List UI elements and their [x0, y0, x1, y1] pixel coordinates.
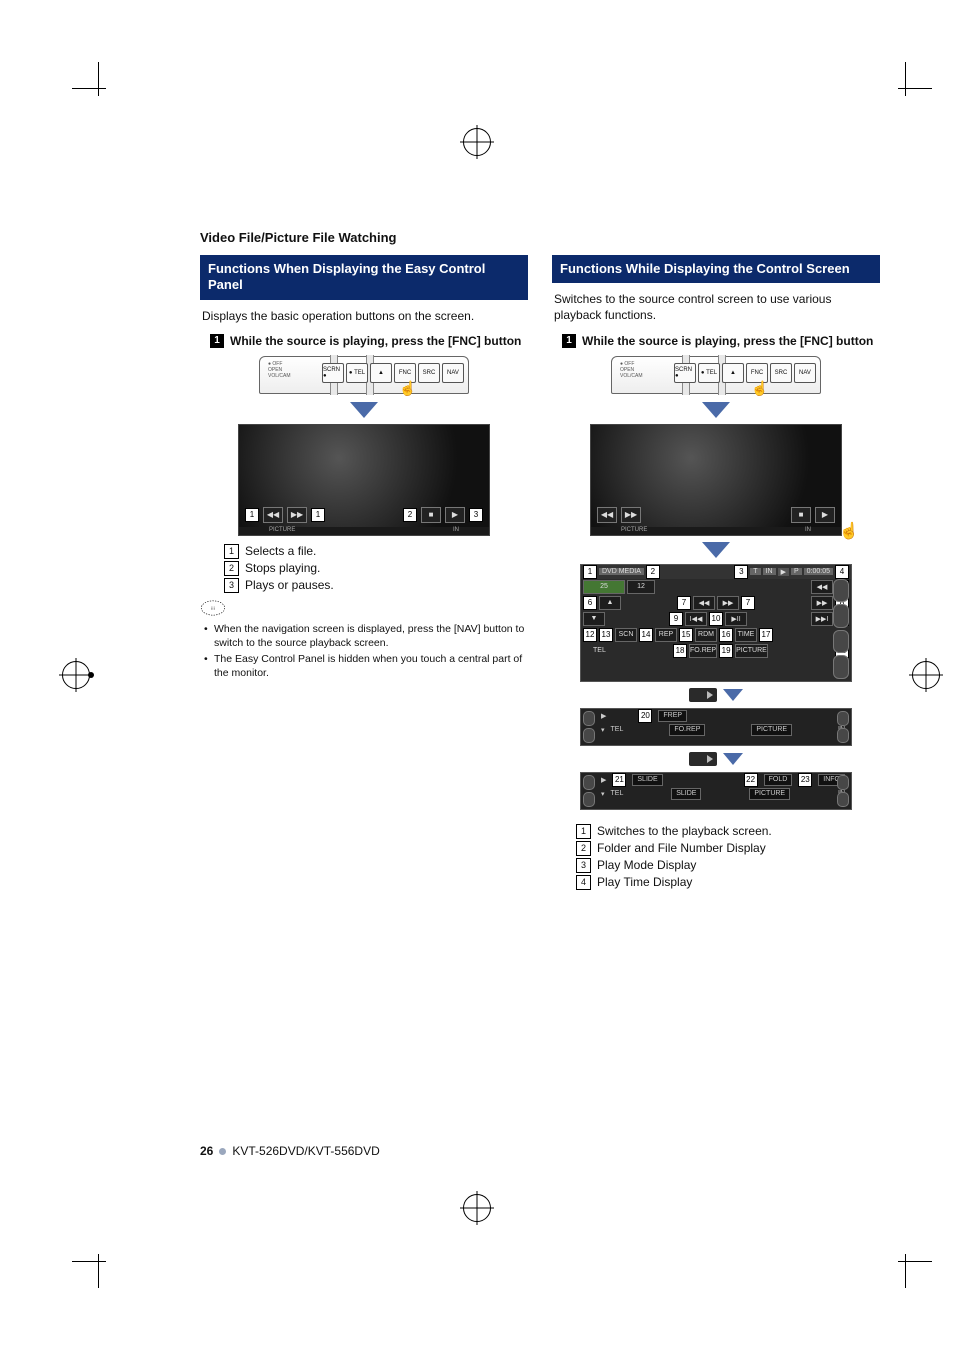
down-arrow-icon	[350, 402, 378, 418]
screen-button: ■	[791, 507, 811, 523]
screen-button: ▶▶	[621, 507, 641, 523]
step-text: While the source is playing, press the […	[582, 334, 873, 348]
left-callout-list: 1Selects a file. 2Stops playing. 3Plays …	[224, 544, 528, 593]
subbar-label: PICTURE	[621, 527, 647, 535]
press-hand-icon: ☝	[751, 380, 768, 397]
callout-2: 2	[403, 508, 417, 522]
device-panel-illustration: ● OFFOPENVOL/CAM SCRN ● ● TEL ▲ FNC ☝ SR…	[611, 356, 821, 394]
callout-1b: 1	[311, 508, 325, 522]
step-number-badge: 1	[562, 334, 576, 348]
subbar-label: PICTURE	[269, 527, 295, 535]
svg-text:⁝⁝⁝: ⁝⁝⁝	[211, 606, 216, 612]
device-button: ▲	[722, 363, 744, 383]
registration-mark	[912, 661, 940, 689]
left-heading: Functions When Displaying the Easy Contr…	[200, 255, 528, 300]
registration-mark	[463, 1194, 491, 1222]
right-heading: Functions While Displaying the Control S…	[552, 255, 880, 283]
device-button: ▲	[370, 363, 392, 383]
left-lead: Displays the basic operation buttons on …	[202, 308, 526, 324]
device-button: ● TEL	[698, 363, 720, 383]
device-button-fnc: FNC ☝	[746, 363, 768, 383]
next-bar-arrow	[552, 688, 880, 702]
crop-mark	[80, 70, 120, 110]
crop-mark	[80, 1240, 120, 1280]
crop-mark	[884, 1240, 924, 1280]
subbar-label: IN	[453, 527, 459, 535]
right-step-1: 1 While the source is playing, press the…	[562, 334, 878, 348]
step-text: While the source is playing, press the […	[230, 334, 521, 348]
control-bar-slide: ▶ 21 SLIDE 22 FOLD 23 INFO ▾ TEL SLIDE	[580, 772, 852, 810]
note-icon: ⁝⁝⁝	[200, 599, 528, 620]
right-callout-list: 1Switches to the playback screen. 2Folde…	[576, 824, 880, 890]
registration-mark	[463, 128, 491, 156]
source-label: DVD MEDIA	[599, 568, 644, 575]
device-button: SCRN ●	[674, 363, 696, 383]
screen-button: ▶▶	[287, 507, 307, 523]
control-bar-forep: ▶ 20 FREP ▾ TEL FO.REP PICTURE IN	[580, 708, 852, 746]
callout-3: 3	[469, 508, 483, 522]
touch-hand-icon: ☝	[839, 521, 859, 541]
device-button: SCRN ●	[322, 363, 344, 383]
next-bar-arrow	[552, 752, 880, 766]
easy-control-screenshot: 1 ◀◀ ▶▶ 1 2 ■ ▶ 3 PICTURE IN	[238, 424, 490, 536]
device-panel-illustration: ● OFFOPENVOL/CAM SCRN ● ● TEL ▲ FNC ☝ SR…	[259, 356, 469, 394]
margin-bullet	[88, 672, 94, 678]
screen-button: ◀◀	[263, 507, 283, 523]
press-hand-icon: ☝	[399, 380, 416, 397]
playback-screenshot: ◀◀ ▶▶ ■ ▶ PICTURE IN ☝	[590, 424, 842, 536]
callout-1: 1	[245, 508, 259, 522]
device-button: SRC	[770, 363, 792, 383]
device-button: NAV	[794, 363, 816, 383]
screen-button: ▶	[815, 507, 835, 523]
left-notes: •When the navigation screen is displayed…	[204, 622, 528, 681]
footer-dot-icon	[219, 1148, 226, 1155]
device-button-fnc: FNC ☝	[394, 363, 416, 383]
page-number: 26	[200, 1144, 213, 1158]
crop-mark	[884, 70, 924, 110]
control-screen-main: 1 DVD MEDIA 2 3 T IN ▶ P 0:00:05 4 25	[580, 564, 852, 682]
down-arrow-icon	[702, 402, 730, 418]
screen-button: ▶	[445, 507, 465, 523]
play-time: 0:00:05	[804, 568, 833, 575]
page-footer: 26 KVT-526DVD/KVT-556DVD	[200, 1144, 380, 1158]
section-title: Video File/Picture File Watching	[200, 230, 880, 245]
device-button: NAV	[442, 363, 464, 383]
left-step-1: 1 While the source is playing, press the…	[210, 334, 526, 348]
model-name: KVT-526DVD/KVT-556DVD	[232, 1144, 379, 1158]
right-lead: Switches to the source control screen to…	[554, 291, 878, 323]
down-arrow-icon	[702, 542, 730, 558]
device-button: ● TEL	[346, 363, 368, 383]
subbar-label: IN	[805, 527, 811, 535]
step-number-badge: 1	[210, 334, 224, 348]
play-mode-p: P	[791, 568, 802, 575]
screen-button: ◀◀	[597, 507, 617, 523]
registration-mark	[62, 661, 90, 689]
screen-button: ■	[421, 507, 441, 523]
device-button: SRC	[418, 363, 440, 383]
